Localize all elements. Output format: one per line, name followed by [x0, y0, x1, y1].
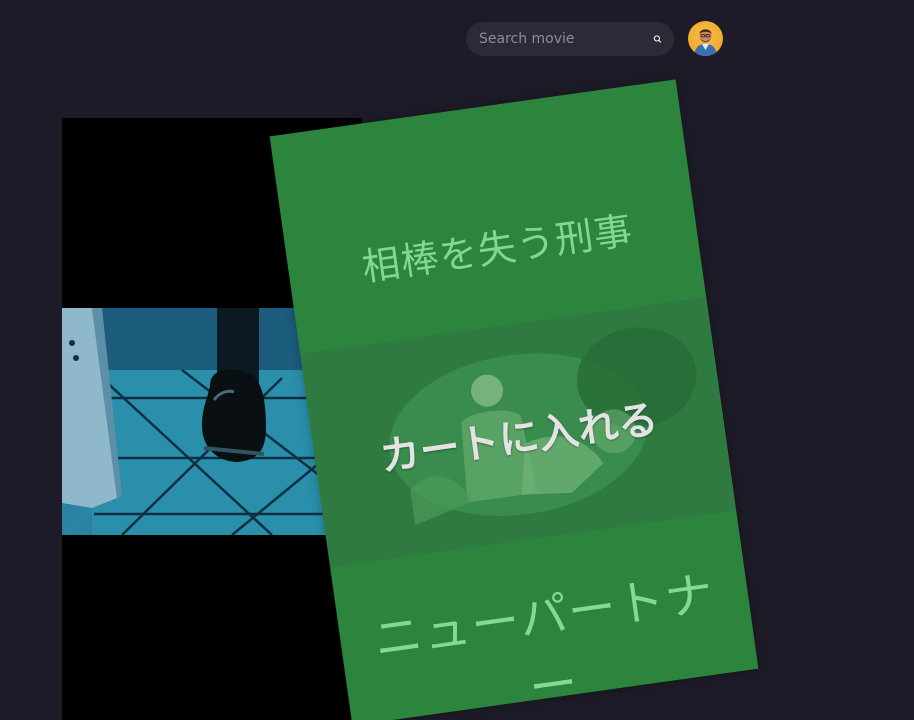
- promo-image-strip: カートに入れる: [300, 297, 737, 568]
- avatar-portrait-icon: [694, 29, 717, 56]
- search-icon[interactable]: [653, 31, 662, 47]
- search-input[interactable]: [479, 22, 653, 56]
- promo-card: 相棒を失う刑事 カートに入れる ニューパートナー: [269, 79, 759, 720]
- promo-subtitle: ニューパートナー: [370, 565, 718, 718]
- user-avatar[interactable]: [688, 21, 723, 56]
- promo-title: 相棒を失う刑事: [359, 208, 636, 290]
- app-root: 相棒を失う刑事 カートに入れる ニューパートナー: [0, 0, 914, 720]
- search-bar[interactable]: [466, 22, 674, 56]
